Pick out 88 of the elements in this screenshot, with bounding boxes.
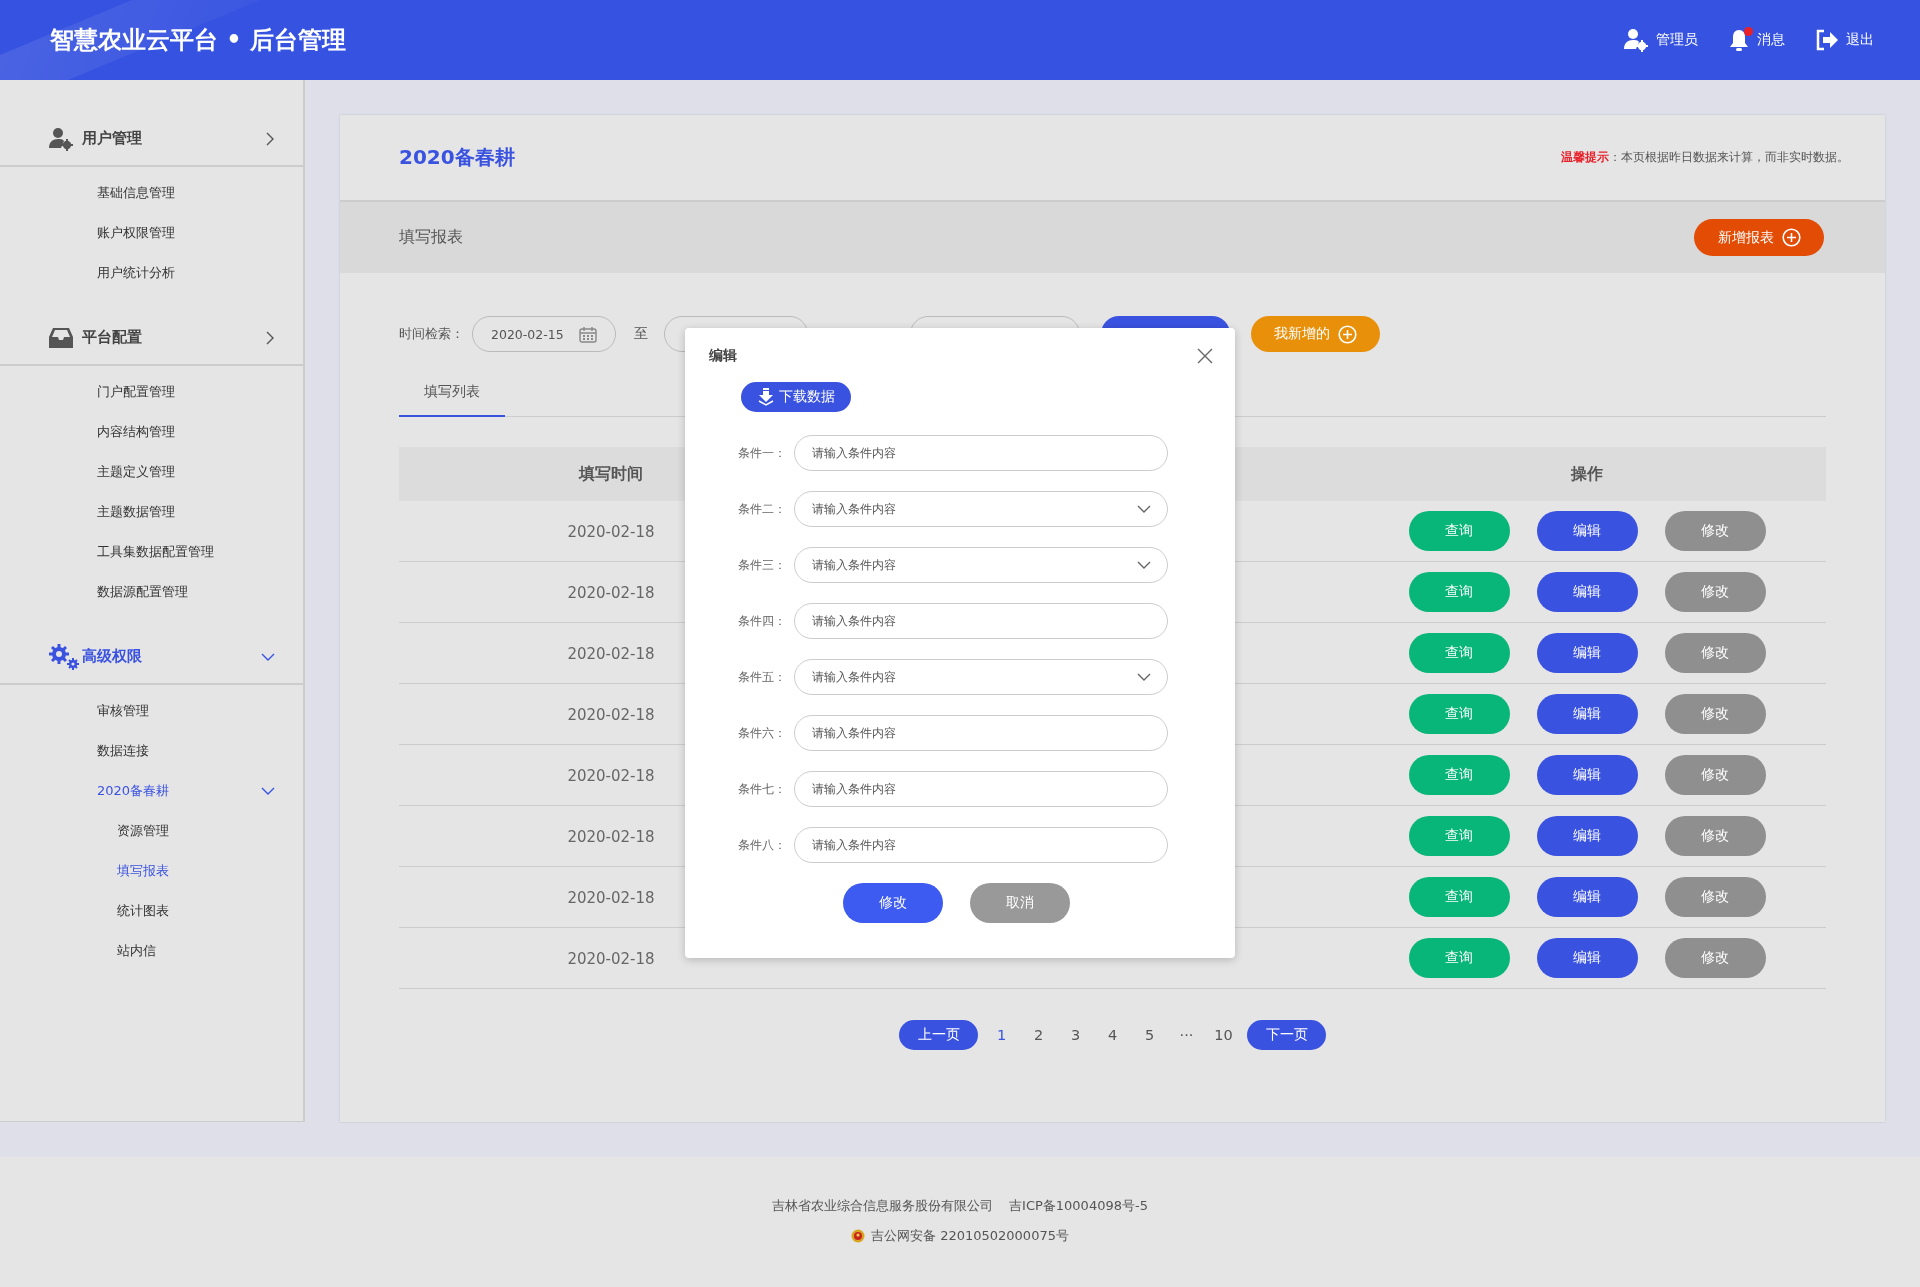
sidebar-item[interactable]: 资源管理 [0, 811, 303, 851]
sidebar-item[interactable]: 主题数据管理 [0, 492, 303, 532]
sidebar-item[interactable]: 基础信息管理 [0, 173, 303, 213]
edit-button[interactable]: 编辑 [1536, 938, 1638, 978]
field-label: 条件三： [737, 556, 787, 574]
calendar-icon [579, 325, 597, 343]
sidebar-group[interactable]: 平台配置 [82, 328, 265, 347]
table-cell: 2020-02-18 [567, 644, 655, 663]
edit-button[interactable]: 编辑 [1536, 755, 1638, 795]
modify-button[interactable]: 修改 [1664, 755, 1766, 795]
modify-button[interactable]: 修改 [842, 883, 943, 923]
edit-button[interactable]: 编辑 [1536, 633, 1638, 673]
modify-button[interactable]: 修改 [1664, 877, 1766, 917]
sidebar-item[interactable]: 2020备春耕 [0, 771, 261, 811]
sidebar-item[interactable]: 内容结构管理 [0, 412, 303, 452]
plus-icon [1781, 228, 1801, 247]
range-separator: 至 [634, 325, 648, 343]
column-header: 填写时间 [577, 463, 644, 485]
edit-button[interactable]: 编辑 [1536, 816, 1638, 856]
table-cell: 2020-02-18 [567, 583, 655, 602]
sidebar-item[interactable]: 主题定义管理 [0, 452, 303, 492]
page-link[interactable]: 3 [1057, 1027, 1094, 1043]
icp-number: 吉ICP备10004098号-5 [1009, 1197, 1148, 1215]
prev-page-button[interactable]: 上一页 [899, 1020, 978, 1050]
modify-button[interactable]: 修改 [1664, 938, 1766, 978]
section-title: 填写报表 [399, 227, 463, 248]
field-label: 条件二： [737, 500, 787, 518]
sidebar-group[interactable]: 高级权限 [82, 647, 261, 666]
close-icon[interactable] [1197, 348, 1213, 364]
modify-button[interactable]: 修改 [1664, 694, 1766, 734]
modify-button[interactable]: 修改 [1664, 572, 1766, 612]
edit-button[interactable]: 编辑 [1536, 572, 1638, 612]
notice-text: 温馨提示：本页根据昨日数据来计算，而非实时数据。 [1561, 150, 1849, 165]
sidebar-item[interactable]: 门户配置管理 [0, 372, 303, 412]
edit-button[interactable]: 编辑 [1536, 877, 1638, 917]
tab[interactable]: 填写列表 [399, 369, 505, 417]
page-link[interactable]: 1 [983, 1027, 1020, 1043]
next-page-button[interactable]: 下一页 [1247, 1020, 1326, 1050]
sidebar-item[interactable]: 数据源配置管理 [0, 572, 303, 612]
field-label: 条件五： [737, 668, 787, 686]
logout-icon [1815, 29, 1839, 51]
sidebar-item[interactable]: 统计图表 [0, 891, 303, 931]
table-cell: 2020-02-18 [567, 705, 655, 724]
sidebar-item[interactable]: 站内信 [0, 931, 303, 971]
field-label: 条件八： [737, 836, 787, 854]
page-title: 2020备春耕 [399, 144, 515, 171]
download-button[interactable]: 下载数据 [741, 382, 851, 412]
app-title: 智慧农业云平台 • 后台管理 [50, 25, 347, 56]
sidebar-item[interactable]: 填写报表 [0, 851, 303, 891]
header-link[interactable]: 退出 [1846, 31, 1874, 49]
column-header: 操作 [1569, 463, 1604, 485]
table-cell: 2020-02-18 [567, 522, 655, 541]
table-cell: 2020-02-18 [567, 766, 655, 785]
page-link[interactable]: 5 [1131, 1027, 1168, 1043]
table-cell: 2020-02-18 [567, 949, 655, 968]
sidebar-group[interactable]: 用户管理 [82, 129, 265, 148]
plus-icon [1338, 324, 1357, 344]
page-link[interactable]: 4 [1094, 1027, 1131, 1043]
field-label: 条件七： [737, 780, 787, 798]
field-label: 条件一： [737, 444, 787, 462]
modify-button[interactable]: 修改 [1664, 511, 1766, 551]
add-report-button[interactable]: 新增报表 [1694, 219, 1824, 256]
sidebar-item[interactable]: 数据连接 [0, 731, 303, 771]
edit-button[interactable]: 编辑 [1536, 511, 1638, 551]
page-link[interactable]: 10 [1205, 1027, 1242, 1043]
badge-icon [851, 1229, 866, 1243]
dialog-title: 编辑 [709, 347, 737, 365]
police-record-number: 吉公网安备 22010502000075号 [871, 1227, 1069, 1245]
edit-button[interactable]: 编辑 [1536, 694, 1638, 734]
sidebar-item[interactable]: 用户统计分析 [0, 253, 303, 293]
header-link[interactable]: 管理员 [1656, 31, 1698, 49]
field-label: 条件四： [737, 612, 787, 630]
field-label: 条件六： [737, 724, 787, 742]
sidebar-item[interactable]: 账户权限管理 [0, 213, 303, 253]
table-cell: 2020-02-18 [567, 827, 655, 846]
modify-button[interactable]: 修改 [1664, 816, 1766, 856]
download-icon [757, 388, 774, 406]
admin-icon [1623, 27, 1649, 53]
sidebar-item[interactable]: 审核管理 [0, 691, 303, 731]
header-link[interactable]: 消息 [1757, 31, 1785, 49]
filter-label: 时间检索： [399, 325, 464, 343]
page-link[interactable]: 2 [1020, 1027, 1057, 1043]
company-name: 吉林省农业综合信息服务股份有限公司 [772, 1197, 994, 1215]
sidebar-item[interactable]: 工具集数据配置管理 [0, 532, 303, 572]
gears-icon [48, 642, 82, 671]
table-cell: 2020-02-18 [567, 888, 655, 907]
modify-button[interactable]: 修改 [1664, 633, 1766, 673]
page-link[interactable]: ··· [1168, 1027, 1205, 1043]
